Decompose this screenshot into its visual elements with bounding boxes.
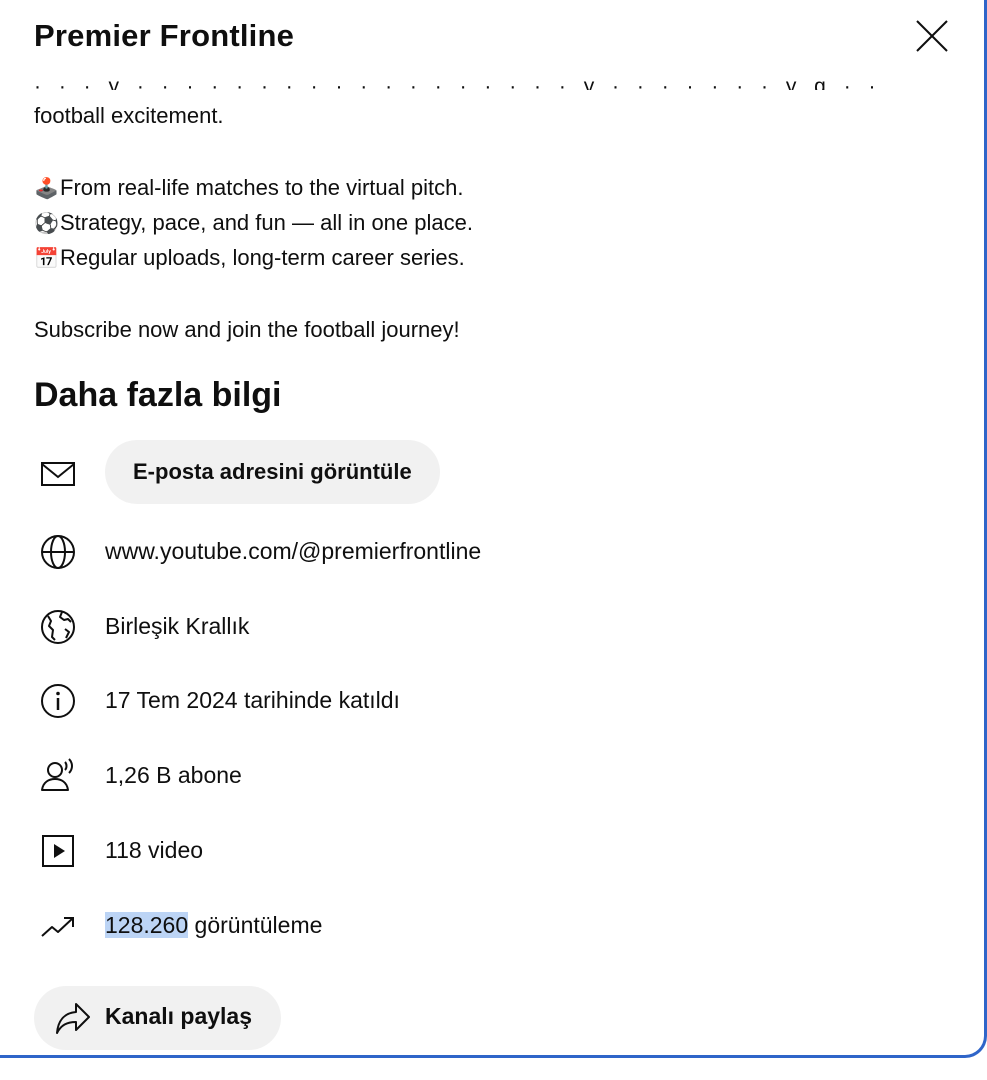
globe-icon — [41, 535, 75, 569]
country-row: Birleşik Krallık — [34, 599, 934, 651]
more-info-heading: Daha fazla bilgi — [34, 376, 282, 414]
subscriber-count: 1,26 B abone — [105, 762, 242, 788]
about-channel-dialog: Premier Frontline · · · y · · · · · · · … — [0, 0, 987, 1058]
description-bullet: ⚽Strategy, pace, and fun — all in one pl… — [34, 205, 934, 240]
share-channel-button[interactable]: Kanalı paylaş — [34, 986, 281, 1050]
mail-icon — [41, 462, 75, 486]
joined-date-text: 17 Tem 2024 tarihinde katıldı — [105, 687, 400, 713]
video-count: 118 video — [105, 837, 204, 863]
subscribers-icon — [41, 758, 73, 791]
share-channel-label: Kanalı paylaş — [105, 1003, 253, 1029]
view-email-button[interactable]: E-posta adresini görüntüle — [105, 440, 440, 504]
close-button[interactable] — [914, 18, 950, 54]
view-count: 128.260 görüntüleme — [105, 912, 323, 938]
video-play-icon — [42, 835, 74, 867]
country-text: Birleşik Krallık — [105, 613, 250, 639]
description-bullet: 🕹️From real-life matches to the virtual … — [34, 170, 934, 205]
trending-up-icon — [41, 917, 74, 937]
joystick-icon: 🕹️ — [34, 178, 59, 200]
subscribers-row: 1,26 B abone — [34, 748, 934, 800]
joined-row: 17 Tem 2024 tarihinde katıldı — [34, 673, 934, 725]
channel-description: football excitement. 🕹️From real-life ma… — [34, 98, 934, 347]
info-icon — [41, 684, 75, 718]
view-count-selected: 128.260 — [105, 912, 189, 938]
views-row: 128.260 görüntüleme — [34, 898, 934, 950]
channel-url-link[interactable]: www.youtube.com/@premierfrontline — [105, 538, 481, 565]
description-line: football excitement. — [34, 103, 224, 128]
share-icon — [56, 1003, 90, 1034]
channel-url-row: www.youtube.com/@premierfrontline — [34, 524, 934, 576]
earth-icon — [41, 610, 75, 644]
dialog-header: Premier Frontline — [34, 14, 964, 64]
description-closing: Subscribe now and join the football jour… — [34, 317, 460, 342]
close-icon — [916, 20, 948, 52]
soccer-ball-icon: ⚽ — [34, 213, 59, 235]
videos-row: 118 video — [34, 823, 934, 875]
channel-title: Premier Frontline — [34, 18, 295, 53]
email-row: E-posta adresini görüntüle — [34, 440, 934, 504]
calendar-icon: 📅 — [34, 248, 59, 270]
description-bullet: 📅Regular uploads, long-term career serie… — [34, 240, 934, 275]
description-cutoff-line: · · · y · · · · · · · · · · · · · · · · … — [34, 75, 882, 90]
